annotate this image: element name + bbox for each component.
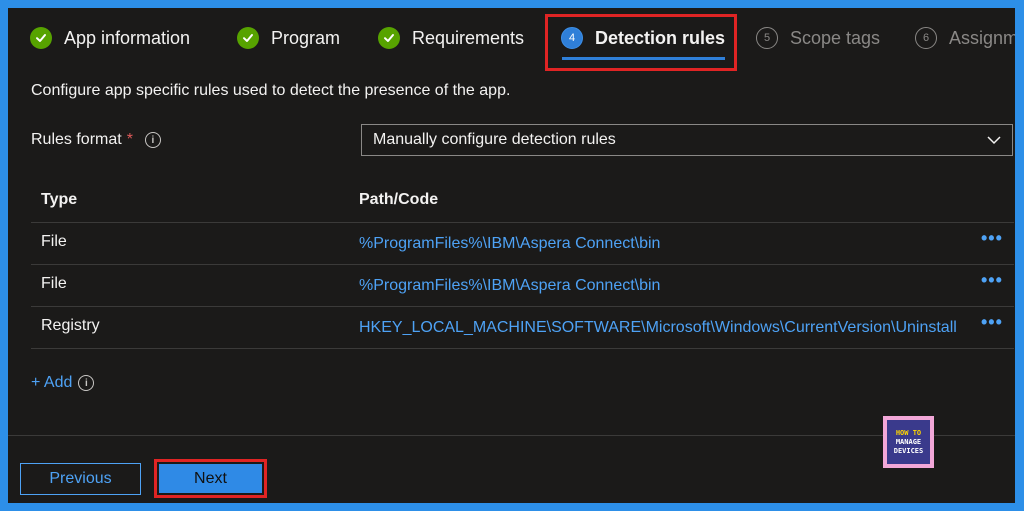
more-options-icon[interactable]: ••• [981,312,1003,333]
table-row: File %ProgramFiles%\IBM\Aspera Connect\b… [31,223,1014,265]
step-label: App information [64,27,191,48]
table-row: Registry HKEY_LOCAL_MACHINE\SOFTWARE\Mic… [31,307,1014,349]
add-label: + Add [31,374,73,391]
logo-line: DEVICES [893,446,924,455]
step-number-badge: 6 [915,27,937,49]
check-circle-icon [237,27,259,49]
table-header: Type Path/Code [31,180,1014,223]
step-number-badge: 5 [756,27,778,49]
row-path-link[interactable]: HKEY_LOCAL_MACHINE\SOFTWARE\Microsoft\Wi… [359,319,969,337]
column-header-path: Path/Code [359,191,439,208]
step-label: Assignm [949,27,1015,48]
next-button[interactable]: Next [159,464,262,493]
step-requirements[interactable]: Requirements [378,23,524,53]
step-scope-tags[interactable]: 5 Scope tags [756,23,880,53]
row-type: File [41,233,67,250]
page-description: Configure app specific rules used to det… [31,82,511,99]
info-icon[interactable]: i [144,132,161,148]
logo-line: HOW TO [895,428,922,437]
info-icon[interactable]: i [78,375,95,391]
more-options-icon[interactable]: ••• [981,228,1003,249]
how-to-manage-devices-logo: HOW TO MANAGE DEVICES [883,416,934,468]
detection-rules-table: Type Path/Code File %ProgramFiles%\IBM\A… [31,180,1014,349]
wizard-steps: App information Program Requirements 4 D… [8,8,1015,71]
rules-format-text: Rules format [31,131,122,148]
add-rule-link[interactable]: + Add i [31,374,95,392]
row-path-link[interactable]: %ProgramFiles%\IBM\Aspera Connect\bin [359,277,969,295]
footer-divider [8,435,1015,436]
step-program[interactable]: Program [237,23,340,53]
row-type: File [41,275,67,292]
previous-button[interactable]: Previous [20,463,141,495]
step-app-information[interactable]: App information [30,23,190,53]
row-type: Registry [41,317,100,334]
app-window: App information Program Requirements 4 D… [8,8,1015,503]
highlight-box-current-step [545,14,737,71]
required-mark: * [126,131,133,148]
rules-format-label: Rules format * i [31,131,161,149]
dropdown-selected-value: Manually configure detection rules [373,131,616,148]
step-label: Scope tags [790,27,881,48]
row-path-link[interactable]: %ProgramFiles%\IBM\Aspera Connect\bin [359,235,969,253]
logo-line: MANAGE [895,437,922,446]
column-header-type: Type [41,191,78,208]
logo-inner: HOW TO MANAGE DEVICES [887,420,930,464]
check-circle-icon [30,27,52,49]
chevron-down-icon [986,132,1002,148]
step-assignments[interactable]: 6 Assignm [915,23,1015,53]
more-options-icon[interactable]: ••• [981,270,1003,291]
step-label: Program [271,27,341,48]
rules-format-dropdown[interactable]: Manually configure detection rules [361,124,1013,156]
check-circle-icon [378,27,400,49]
table-row: File %ProgramFiles%\IBM\Aspera Connect\b… [31,265,1014,307]
step-label: Requirements [412,27,525,48]
